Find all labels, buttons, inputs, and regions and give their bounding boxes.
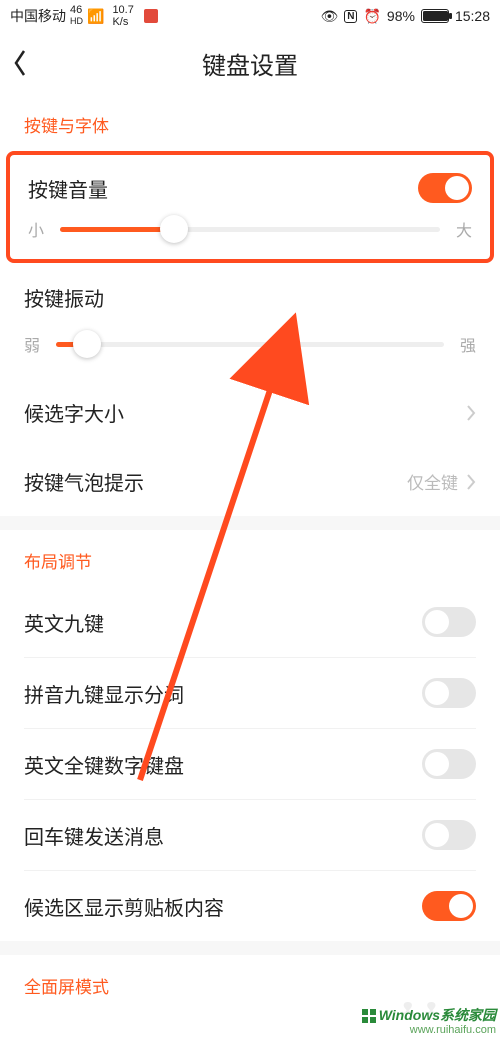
battery-pct: 98% (387, 8, 415, 24)
key-bubble-label: 按键气泡提示 (24, 467, 144, 496)
vibration-max-label: 强 (456, 332, 476, 356)
battery-icon (421, 9, 449, 23)
layout-item-row: 回车键发送消息 (0, 800, 500, 870)
layout-item-label: 英文九键 (24, 608, 104, 637)
candidate-size-row[interactable]: 候选字大小 (0, 378, 500, 447)
layout-item-row: 拼音九键显示分词 (0, 658, 500, 728)
layout-item-toggle[interactable] (422, 820, 476, 850)
layout-item-row: 候选区显示剪贴板内容 (0, 871, 500, 941)
layout-item-label: 候选区显示剪贴板内容 (24, 892, 224, 921)
layout-item-label: 拼音九键显示分词 (24, 679, 184, 708)
chevron-right-icon (466, 404, 476, 422)
chevron-right-icon (466, 473, 476, 491)
watermark: Windows系统家园 www.ruihaifu.com (361, 1008, 496, 1036)
vibration-min-label: 弱 (24, 332, 44, 356)
layout-item-toggle[interactable] (422, 749, 476, 779)
signal-type: 46HD (70, 5, 83, 27)
layout-item-toggle[interactable] (422, 891, 476, 921)
recording-icon (144, 9, 158, 23)
key-vibration-label: 按键振动 (24, 283, 104, 312)
key-volume-label: 按键音量 (28, 174, 108, 203)
candidate-size-label: 候选字大小 (24, 398, 124, 427)
section-keys-fonts-label: 按键与字体 (0, 94, 500, 151)
key-volume-toggle[interactable] (418, 173, 472, 203)
volume-min-label: 小 (28, 217, 48, 241)
clock: 15:28 (455, 8, 490, 24)
alarm-icon: ⏰ (363, 8, 380, 25)
layout-item-label: 英文全键数字键盘 (24, 750, 184, 779)
status-bar: 中国移动 46HD 📶 10.7K/s 👁 N ⏰ 98% 15:28 (0, 0, 500, 32)
nfc-icon: N (344, 10, 357, 23)
carrier-label: 中国移动 (10, 6, 66, 26)
layout-item-row: 英文全键数字键盘 (0, 729, 500, 799)
layout-item-toggle[interactable] (422, 607, 476, 637)
network-speed: 10.7K/s (112, 4, 133, 28)
back-button[interactable] (12, 43, 52, 83)
page-title: 键盘设置 (202, 46, 298, 81)
layout-item-toggle[interactable] (422, 678, 476, 708)
header: 键盘设置 (0, 32, 500, 94)
key-bubble-value: 仅全键 (407, 469, 458, 494)
layout-item-label: 回车键发送消息 (24, 821, 164, 850)
volume-max-label: 大 (452, 217, 472, 241)
highlighted-volume-box: 按键音量 小 大 (6, 151, 494, 263)
key-bubble-row[interactable]: 按键气泡提示 仅全键 (0, 447, 500, 516)
volume-slider[interactable] (60, 227, 440, 232)
eye-comfort-icon: 👁 (320, 8, 338, 25)
section-layout-label: 布局调节 (0, 530, 500, 587)
signal-icon: 📶 (87, 8, 104, 25)
vibration-slider[interactable] (56, 342, 444, 347)
layout-item-row: 英文九键 (0, 587, 500, 657)
